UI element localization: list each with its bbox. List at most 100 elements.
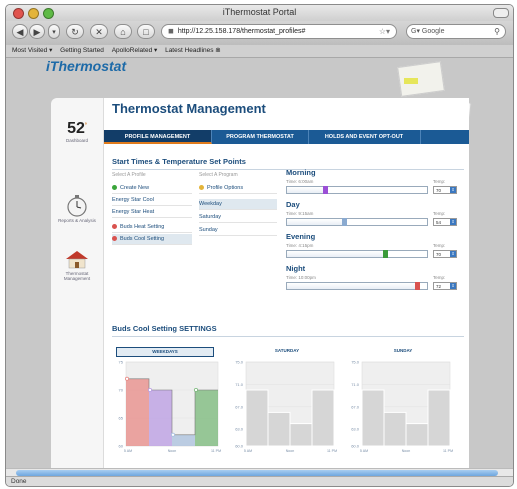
temperature-value: 70 [436,188,442,193]
chart-segment [427,389,451,447]
dashboard-nav[interactable]: 52° Dashboard [55,120,99,143]
period-temp-label: Temp: [433,275,446,280]
url-text: http://12.25.158.178/thermostat_profiles… [177,28,306,35]
weekdays-chart-title[interactable]: WEEKDAYS [116,347,214,357]
stepper-arrows-icon[interactable]: ⇕ [450,283,456,289]
toolbar-toggle-button[interactable] [493,8,509,18]
time-slider[interactable] [286,282,428,290]
time-slider[interactable] [286,186,428,194]
slider-thumb[interactable] [323,186,328,194]
slider-thumb[interactable] [383,250,388,258]
bookmark-apollo-related[interactable]: ApolloRelated ▾ [112,47,158,54]
history-dropdown-button[interactable]: ▾ [48,24,60,39]
saturday-chart: 75.0 71.0 67.0 63.0 60.05 AM Noon 11 PM [235,360,337,454]
settings-divider [112,336,464,337]
x-tick-label: Noon [286,449,295,453]
search-icon[interactable]: ⚲ [494,25,500,38]
search-input[interactable]: G▾ Google ⚲ [406,24,506,39]
segment-handle[interactable] [148,387,153,392]
y-tick-label: 71.0 [235,382,244,387]
stepper-arrows-icon[interactable]: ⇕ [450,251,456,257]
tab-button[interactable]: □ [137,24,155,39]
thermostat-screen-image [404,78,418,84]
chart-segment [311,389,335,447]
main-panel: Thermostat Management PROFILE MANAGEMENT… [104,98,469,468]
y-tick-label: 67.0 [351,404,360,409]
temperature-stepper[interactable]: 54 ⇕ [433,218,457,226]
app-logo[interactable]: iThermostat [46,58,126,74]
temperature-value: 72 [436,284,442,289]
stop-button[interactable]: ✕ [90,24,108,39]
temperature-value: 52 [67,120,85,137]
period-title: Evening [286,232,316,241]
program-profile-options[interactable]: Profile Options [199,183,277,194]
slider-fill [287,187,325,193]
temperature-stepper[interactable]: 70 ⇕ [433,186,457,194]
temperature-stepper[interactable]: 70 ⇕ [433,250,457,258]
slider-thumb[interactable] [415,282,420,290]
address-bar[interactable]: ◼ http://12.25.158.178/thermostat_profile… [161,24,397,39]
program-sunday[interactable]: Sunday [199,225,277,236]
bookmark-getting-started[interactable]: Getting Started [60,47,104,54]
y-tick-label: 75 [119,360,124,365]
stepper-arrows-icon[interactable]: ⇕ [450,219,456,225]
chart-segment [361,389,385,447]
forward-button[interactable]: ▶ [29,24,45,39]
period-time: Time: 9:15am [286,211,314,216]
tab-holds-event-opt-out[interactable]: HOLDS AND EVENT OPT-OUT [308,130,421,144]
y-tick-label: 63.0 [351,427,360,432]
program-weekday[interactable]: Weekday [199,199,277,210]
stepper-arrows-icon[interactable]: ⇕ [450,187,456,193]
time-slider[interactable] [286,250,428,258]
profile-label: Energy Star Cool [112,197,154,203]
title-bar: iThermostat Portal [6,5,513,21]
period-title: Morning [286,168,316,177]
left-navigation: 52° Dashboard Reports & Analysis Thermos… [51,98,104,468]
segment-handle[interactable] [124,376,129,381]
sunday-chart-title[interactable]: SUNDAY [351,348,455,353]
sunday-chart: 75.0 71.0 67.0 63.0 60.05 AM Noon 11 PM [351,360,453,454]
profile-label: Energy Star Heat [112,209,155,215]
profile-buds-heat-setting[interactable]: Buds Heat Setting [112,222,192,233]
home-button[interactable]: ⌂ [114,24,132,39]
period-temp-label: Temp: [433,211,446,216]
time-slider[interactable] [286,218,428,226]
reports-nav[interactable]: Reports & Analysis [55,195,99,223]
segment-handle[interactable] [171,432,176,437]
temperature-stepper[interactable]: 72 ⇕ [433,282,457,290]
thermostat-management-label: Thermostat Management [63,271,91,281]
profile-energy-star-heat[interactable]: Energy Star Heat [112,207,192,218]
tab-profile-management[interactable]: PROFILE MANAGEMENT [104,130,212,144]
x-tick-label: 11 PM [443,449,453,453]
saturday-chart-title[interactable]: SATURDAY [235,348,339,353]
program-label: Weekday [199,201,222,207]
current-temperature: 52° [55,120,99,138]
chart-segment [289,423,313,447]
thermostat-nav[interactable]: Thermostat Management [55,248,99,281]
profile-create-new[interactable]: Create New [112,183,192,194]
temperature-value: 70 [436,252,442,257]
bookmark-star-icon[interactable]: ☆▾ [379,25,390,38]
back-button[interactable]: ◀ [12,24,28,39]
profile-label: Buds Heat Setting [120,224,165,230]
y-tick-label: 71.0 [351,382,360,387]
home-icon: ⌂ [120,27,126,37]
chart-segment [195,390,218,446]
period-time: Time: 4:15pm [286,243,314,248]
search-placeholder: Google [421,28,445,35]
chart-segment [245,389,269,447]
bookmark-latest-headlines[interactable]: Latest Headlines ⋒ [165,47,221,54]
reload-icon: ↻ [71,27,79,37]
browser-window: iThermostat Portal ◀ ▶ ▾ ↻ ✕ ⌂ □ ◼ http:/… [5,4,514,487]
bookmark-most-visited[interactable]: Most Visited ▾ [12,47,52,54]
segment-handle[interactable] [194,387,199,392]
profile-energy-star-cool[interactable]: Energy Star Cool [112,195,192,206]
y-tick-label: 70 [119,388,124,393]
profile-buds-cool-setting[interactable]: Buds Cool Setting [112,234,192,245]
tab-program-thermostat[interactable]: PROGRAM THERMOSTAT [212,130,309,144]
x-tick-label: 5 AM [244,449,252,453]
reload-button[interactable]: ↻ [66,24,84,39]
slider-thumb[interactable] [342,218,347,226]
program-saturday[interactable]: Saturday [199,212,277,223]
y-tick-label: 75.0 [235,360,244,365]
